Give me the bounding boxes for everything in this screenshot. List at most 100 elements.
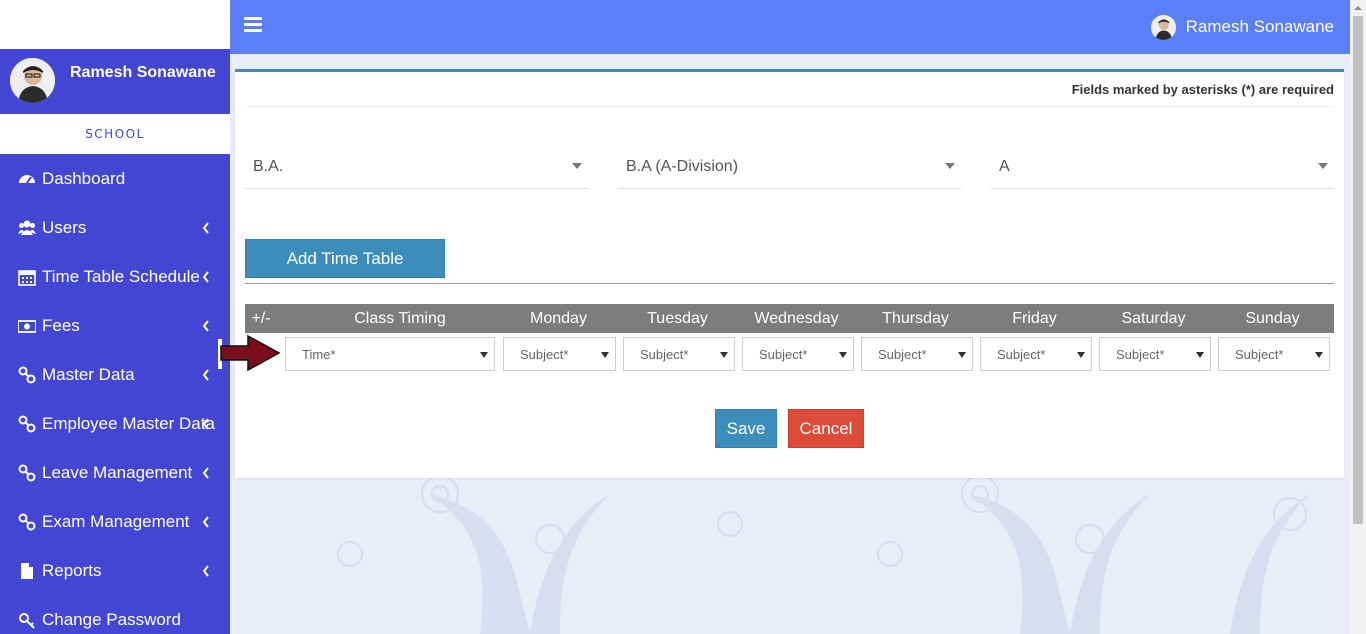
sidebar-item-label: Master Data <box>42 365 135 384</box>
sidebar-item-employee-master-data[interactable]: Employee Master Data <box>0 399 230 448</box>
sidebar-item-label: Time Table Schedule <box>42 267 200 286</box>
sidebar-item-users[interactable]: Users <box>0 203 230 252</box>
link-icon <box>18 464 36 482</box>
chevron-down-icon <box>839 352 847 358</box>
sidebar-item-exam-management[interactable]: Exam Management <box>0 497 230 546</box>
subject-placeholder: Subject* <box>520 347 569 362</box>
user-panel: Ramesh Sonawane <box>0 49 230 114</box>
sidebar-menu: Dashboard Users Time Table Schedule Fees… <box>0 154 230 634</box>
header-add-remove: +/- <box>251 310 271 327</box>
chevron-left-icon <box>202 369 209 381</box>
chevron-left-icon <box>202 222 209 234</box>
users-icon <box>18 220 36 235</box>
file-icon <box>21 563 33 579</box>
top-header: Ramesh Sonawane <box>230 0 1350 54</box>
header-saturday: Saturday <box>1121 310 1186 327</box>
user-menu[interactable]: Ramesh Sonawane <box>1150 12 1334 42</box>
chevron-left-icon <box>202 467 209 479</box>
link-icon <box>18 415 36 433</box>
hamburger-menu-icon[interactable] <box>244 17 262 35</box>
subject-placeholder: Subject* <box>640 347 689 362</box>
monday-subject-select[interactable]: Subject* <box>503 337 616 371</box>
save-button[interactable]: Save <box>715 409 777 448</box>
time-table-form-panel: Fields marked by asterisks (*) are requi… <box>235 69 1344 478</box>
chevron-down-icon <box>1196 352 1204 358</box>
add-time-table-button[interactable]: Add Time Table <box>245 239 445 278</box>
user-avatar-icon <box>1150 14 1176 40</box>
sidebar-item-label: Users <box>42 218 87 237</box>
class-timing-select[interactable]: Time* <box>285 337 495 371</box>
sidebar-item-label: Employee Master Data <box>42 414 215 433</box>
class-timing-placeholder: Time* <box>302 347 336 362</box>
header-wednesday: Wednesday <box>754 310 839 327</box>
chevron-down-icon <box>601 352 609 358</box>
sidebar-item-fees[interactable]: Fees <box>0 301 230 350</box>
avatar <box>10 58 55 103</box>
saturday-subject-select[interactable]: Subject* <box>1099 337 1211 371</box>
subject-placeholder: Subject* <box>878 347 927 362</box>
sidebar-item-master-data[interactable]: Master Data <box>0 350 230 399</box>
divider <box>245 283 1334 284</box>
avatar <box>1150 14 1176 40</box>
sidebar: Ramesh Sonawane SCHOOL Dashboard Users T… <box>0 0 230 634</box>
key-icon <box>19 613 35 629</box>
subject-placeholder: Subject* <box>759 347 808 362</box>
divider <box>245 106 1334 107</box>
subject-placeholder: Subject* <box>1116 347 1165 362</box>
required-fields-note: Fields marked by asterisks (*) are requi… <box>1071 82 1334 97</box>
sidebar-item-label: Leave Management <box>42 463 193 482</box>
header-thursday: Thursday <box>882 310 949 327</box>
scroll-up-icon[interactable] <box>1350 0 1366 16</box>
header-friday: Friday <box>1012 310 1057 327</box>
user-avatar-icon <box>10 58 55 103</box>
chevron-down-icon <box>958 352 966 358</box>
division-select-value: B.A (A-Division) <box>626 158 739 175</box>
chevron-left-icon <box>202 418 209 430</box>
header-class-timing: Class Timing <box>354 310 446 327</box>
dashboard-icon <box>19 175 35 184</box>
chevron-down-icon <box>480 352 488 358</box>
division-select[interactable]: B.A (A-Division) <box>618 143 961 189</box>
header-user-name: Ramesh Sonawane <box>1185 17 1334 36</box>
link-icon <box>18 366 36 384</box>
section-select[interactable]: A <box>991 143 1334 189</box>
cancel-button[interactable]: Cancel <box>788 409 864 448</box>
chevron-left-icon <box>202 516 209 528</box>
tuesday-subject-select[interactable]: Subject* <box>623 337 735 371</box>
header-sunday: Sunday <box>1245 310 1300 327</box>
header-tuesday: Tuesday <box>647 310 708 327</box>
sidebar-item-label: Fees <box>42 316 80 335</box>
money-icon <box>18 320 36 333</box>
sidebar-user-name: Ramesh Sonawane <box>70 64 216 81</box>
friday-subject-select[interactable]: Subject* <box>980 337 1092 371</box>
time-table-header: +/- Class Timing Monday Tuesday Wednesda… <box>245 304 1334 333</box>
wednesday-subject-select[interactable]: Subject* <box>742 337 854 371</box>
header-monday: Monday <box>530 310 587 327</box>
sidebar-item-label: Change Password <box>42 610 181 629</box>
chevron-left-icon <box>202 565 209 577</box>
page-scrollbar[interactable] <box>1350 0 1366 634</box>
sidebar-item-label: Exam Management <box>42 512 190 531</box>
pointer-arrow-icon <box>218 334 281 372</box>
sidebar-item-dashboard[interactable]: Dashboard <box>0 154 230 203</box>
course-select[interactable]: B.A. <box>245 143 588 189</box>
sunday-subject-select[interactable]: Subject* <box>1218 337 1330 371</box>
sidebar-item-leave-management[interactable]: Leave Management <box>0 448 230 497</box>
sidebar-item-label: Dashboard <box>42 169 126 188</box>
chevron-left-icon <box>202 320 209 332</box>
sidebar-item-change-password[interactable]: Change Password <box>0 595 230 634</box>
subject-placeholder: Subject* <box>1235 347 1284 362</box>
thursday-subject-select[interactable]: Subject* <box>861 337 973 371</box>
sidebar-item-time-table-schedule[interactable]: Time Table Schedule <box>0 252 230 301</box>
chevron-down-icon <box>572 163 582 169</box>
sidebar-item-label: Reports <box>42 561 102 580</box>
subject-placeholder: Subject* <box>997 347 1046 362</box>
link-icon <box>18 513 36 531</box>
calendar-icon <box>18 270 36 286</box>
chevron-down-icon <box>945 163 955 169</box>
chevron-down-icon <box>1315 352 1323 358</box>
scrollbar-thumb[interactable] <box>1353 16 1363 524</box>
sidebar-item-reports[interactable]: Reports <box>0 546 230 595</box>
chevron-left-icon <box>202 271 209 283</box>
logo-area <box>0 0 230 49</box>
